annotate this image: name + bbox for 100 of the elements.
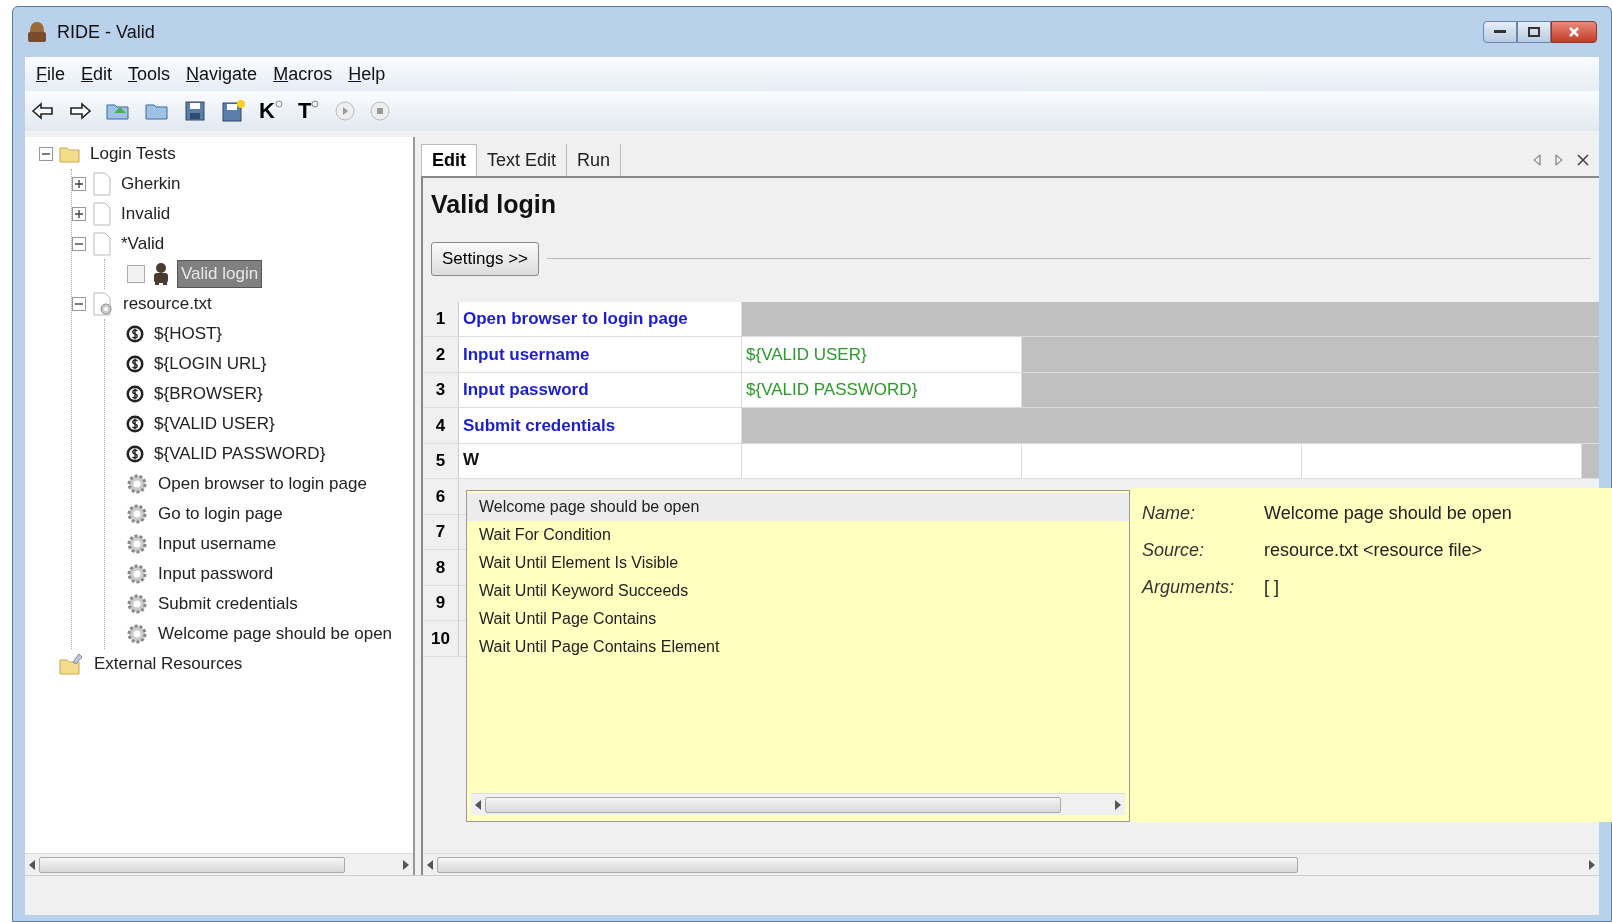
- collapse-icon[interactable]: [72, 237, 86, 251]
- tree-item[interactable]: ${VALID USER}: [151, 411, 278, 437]
- gear-icon: [125, 472, 149, 496]
- scrollbar[interactable]: [423, 853, 1599, 875]
- detail-value: resource.txt <resource file>: [1264, 539, 1483, 562]
- magnifier-icon: [274, 100, 285, 110]
- document-icon: [92, 232, 112, 256]
- expand-icon[interactable]: [72, 207, 86, 221]
- autocomplete-list[interactable]: Welcome page should be open Wait For Condition Wait Until Element Is Visible Wait Until Keyword Succeeds Wait Until Page Contains Wait Until Page Contains Element: [466, 490, 1130, 822]
- scroll-right-icon[interactable]: [403, 859, 409, 870]
- table-cell: Input password: [459, 372, 742, 407]
- save-all-icon[interactable]: [220, 99, 246, 123]
- table-cell: Submit credentials: [459, 408, 742, 443]
- tab-right-icon[interactable]: [1555, 154, 1563, 166]
- detail-value: [ ]: [1264, 576, 1279, 599]
- tree-item[interactable]: Invalid: [118, 201, 174, 227]
- detail-label: Source:: [1142, 539, 1206, 562]
- menu-item[interactable]: Navigate: [179, 60, 265, 88]
- settings-button[interactable]: Settings >>: [431, 241, 539, 276]
- tree-item[interactable]: ${VALID PASSWORD}: [151, 441, 329, 467]
- dollar-icon: [125, 324, 145, 344]
- tree-item[interactable]: resource.txt: [120, 291, 215, 317]
- minimize-button[interactable]: [1483, 21, 1517, 43]
- tree-item[interactable]: Submit credentials: [155, 591, 301, 617]
- dollar-icon: [125, 444, 145, 464]
- back-arrow-icon[interactable]: [31, 101, 55, 121]
- suggestion-item[interactable]: Wait Until Page Contains Element: [467, 633, 1129, 661]
- tree-item[interactable]: Welcome page should be open: [155, 621, 396, 647]
- tree-item[interactable]: Open browser to login page: [155, 471, 370, 497]
- gear-icon: [125, 532, 149, 556]
- test-title: Valid login: [430, 189, 557, 220]
- tree-item[interactable]: ${BROWSER}: [151, 381, 266, 407]
- folder-icon: [59, 652, 85, 676]
- folder-icon: [59, 144, 81, 164]
- scroll-left-icon[interactable]: [427, 859, 433, 870]
- scrollbar[interactable]: [471, 793, 1125, 815]
- expand-icon[interactable]: [72, 177, 86, 191]
- magnifier-icon: [311, 100, 322, 110]
- gear-icon: [125, 592, 149, 616]
- dollar-icon: [125, 414, 145, 434]
- collapse-icon[interactable]: [72, 297, 86, 311]
- search-button[interactable]: T: [297, 100, 322, 122]
- collapse-icon[interactable]: [39, 147, 53, 161]
- scrollbar[interactable]: [25, 853, 413, 875]
- play-icon[interactable]: [334, 100, 357, 122]
- tree-item[interactable]: ${HOST}: [151, 321, 226, 347]
- suggestion-item[interactable]: Welcome page should be open: [467, 493, 1129, 521]
- suggestion-item[interactable]: Wait Until Element Is Visible: [467, 549, 1129, 577]
- detail-label: Name:: [1142, 502, 1196, 525]
- tree-item[interactable]: External Resources: [91, 651, 246, 677]
- table-cell: ${VALID PASSWORD}: [742, 372, 1022, 407]
- stop-icon[interactable]: [369, 100, 392, 122]
- close-icon[interactable]: [1577, 154, 1589, 166]
- document-icon: [92, 202, 112, 226]
- search-button[interactable]: K: [259, 100, 285, 122]
- suggestion-item[interactable]: Wait Until Keyword Succeeds: [467, 577, 1129, 605]
- menu-item[interactable]: File: [29, 60, 72, 88]
- tab[interactable]: Text Edit: [477, 144, 568, 176]
- robot-icon: [151, 262, 171, 286]
- dollar-icon: [125, 384, 145, 404]
- minimize-icon: [1494, 30, 1506, 34]
- close-button[interactable]: [1551, 21, 1597, 43]
- tree-item[interactable]: *Valid: [118, 231, 168, 257]
- tree-item[interactable]: Gherkin: [118, 171, 184, 197]
- maximize-icon: [1528, 27, 1540, 37]
- gear-icon: [125, 502, 149, 526]
- scroll-left-icon[interactable]: [29, 859, 35, 870]
- gear-icon: [125, 622, 149, 646]
- app-logo-icon: [25, 20, 49, 44]
- tree-item[interactable]: ${LOGIN URL}: [151, 351, 270, 377]
- dollar-icon: [125, 354, 145, 374]
- tab-left-icon[interactable]: [1533, 154, 1541, 166]
- menu-item[interactable]: Macros: [266, 60, 340, 88]
- tree-item[interactable]: Input username: [155, 531, 280, 557]
- maximize-button[interactable]: [1517, 21, 1551, 43]
- tree-item[interactable]: Input password: [155, 561, 277, 587]
- scroll-right-icon[interactable]: [1115, 799, 1121, 810]
- table-cell: Input username: [459, 337, 742, 372]
- detail-label: Arguments:: [1142, 576, 1236, 599]
- scroll-right-icon[interactable]: [1589, 859, 1595, 870]
- suggestion-item[interactable]: Wait For Condition: [467, 521, 1129, 549]
- detail-value: Welcome page should be open: [1264, 502, 1512, 525]
- gear-icon: [125, 562, 149, 586]
- table-cell: ${VALID USER}: [742, 337, 1022, 372]
- forward-arrow-icon[interactable]: [68, 101, 92, 121]
- window-title: RIDE - Valid: [57, 20, 155, 44]
- suggestion-item[interactable]: Wait Until Page Contains: [467, 605, 1129, 633]
- tree-item[interactable]: Login Tests: [87, 141, 179, 167]
- cell-input[interactable]: W: [459, 443, 742, 478]
- menu-item[interactable]: Tools: [121, 60, 178, 88]
- table-cell: Open browser to login page: [459, 301, 742, 336]
- save-icon[interactable]: [183, 99, 207, 123]
- checkbox[interactable]: [127, 265, 145, 283]
- tree-item[interactable]: Go to login page: [155, 501, 286, 527]
- menu-item[interactable]: Help: [341, 60, 393, 88]
- tab[interactable]: Run: [567, 144, 622, 176]
- close-icon: [1568, 26, 1580, 38]
- tab[interactable]: Edit: [421, 144, 477, 176]
- scroll-left-icon[interactable]: [475, 799, 481, 810]
- menu-item[interactable]: Edit: [74, 60, 120, 88]
